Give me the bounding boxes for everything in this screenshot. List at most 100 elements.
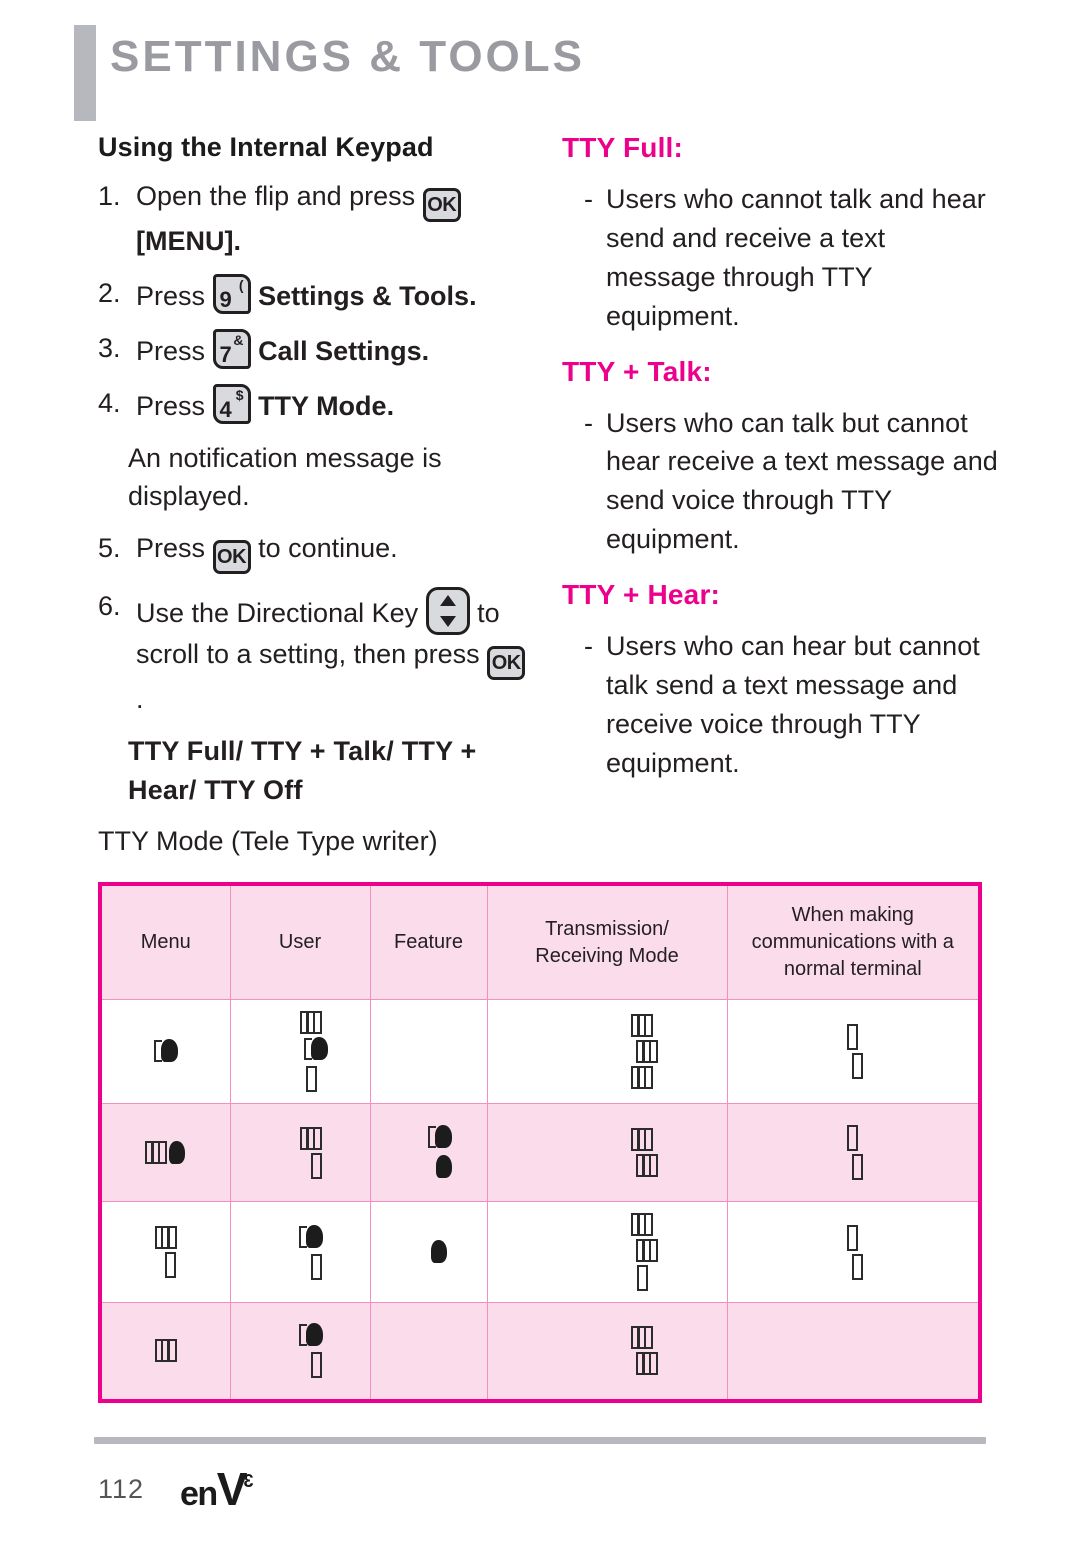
key-symbol: $ — [235, 386, 244, 403]
header-line-2: Receiving Mode — [535, 944, 679, 967]
glyph-part-right — [160, 1038, 178, 1062]
missing-glyph-group — [564, 1326, 721, 1376]
table-cell — [99, 1302, 231, 1401]
missing-glyph-line — [734, 1053, 973, 1079]
key-digit: 9 — [219, 286, 232, 312]
key-symbol: & — [233, 331, 244, 348]
step-item-5: 5. Press OK to continue. — [98, 529, 540, 575]
ok-key-icon[interactable]: OK — [212, 540, 251, 575]
step-text: Press — [136, 335, 206, 366]
arrow-down-icon — [439, 616, 456, 628]
missing-glyph-group — [259, 1323, 364, 1379]
table-cell — [369, 999, 488, 1104]
missing-glyph-box — [852, 1154, 864, 1180]
missing-glyph-line — [734, 1125, 973, 1151]
directional-key-icon[interactable] — [425, 587, 470, 636]
step-number: 5. — [98, 533, 121, 564]
step-text: Press — [136, 533, 206, 564]
missing-glyph-group — [399, 1239, 481, 1265]
missing-glyph-box — [631, 1066, 653, 1089]
numeric-key-7-icon[interactable]: 7 & — [212, 328, 251, 369]
missing-glyph-group — [734, 1224, 973, 1280]
numeric-key-4-icon[interactable]: 4 $ — [212, 383, 251, 424]
step-text: Use the Directional Key — [136, 598, 419, 629]
header-line-2: communications with a — [751, 931, 954, 953]
section-subheading: Using the Internal Keypad — [98, 132, 434, 162]
missing-glyph-line — [564, 1352, 721, 1376]
missing-glyph-line — [399, 1154, 481, 1180]
missing-glyph-group — [399, 1125, 481, 1180]
step-emphasis: Settings & Tools. — [258, 280, 477, 311]
step-emphasis: TTY Mode. — [258, 390, 395, 421]
missing-glyph-line — [259, 1323, 364, 1349]
missing-glyph-box — [636, 1040, 658, 1063]
footer-divider — [94, 1437, 986, 1444]
table-cell — [726, 999, 981, 1104]
bullet-text: Users who cannot talk and hear send and … — [606, 184, 986, 331]
step-item-1: 1. Open the flip and press OK [MENU]. — [98, 177, 540, 261]
missing-glyph-group — [564, 1213, 721, 1291]
tty-talk-description: - Users who can talk but cannot hear rec… — [562, 404, 998, 560]
column-header-menu: Menu — [99, 883, 231, 1000]
missing-glyph-box — [154, 1226, 177, 1249]
table-row — [99, 1201, 981, 1303]
missing-glyph-group — [259, 1224, 364, 1280]
missing-glyph-box — [636, 1154, 658, 1177]
bullet-text: Users who can hear but cannot talk send … — [606, 631, 980, 778]
missing-glyph-line — [564, 1040, 721, 1063]
missing-glyph-box — [636, 1352, 658, 1376]
missing-glyph-box — [427, 1125, 452, 1151]
missing-glyph-box — [636, 1265, 648, 1291]
missing-glyph-box — [154, 1339, 177, 1363]
missing-glyph-line — [259, 1066, 364, 1092]
step-number: 2. — [98, 277, 121, 308]
missing-glyph-box — [631, 1326, 653, 1350]
numeric-key-9-icon[interactable]: 9 ( — [212, 273, 251, 314]
missing-glyph-line — [564, 1326, 721, 1350]
missing-glyph-line — [564, 1154, 721, 1177]
brand-logo-env3: enV3 — [180, 1462, 254, 1516]
table-cell — [99, 1201, 231, 1303]
table-cell — [486, 1201, 728, 1303]
missing-glyph-box — [431, 1239, 448, 1265]
key-symbol: ( — [238, 276, 244, 293]
header-line-3: normal terminal — [783, 958, 922, 980]
table-cell — [369, 1103, 488, 1202]
tty-full-description: - Users who cannot talk and hear send an… — [562, 180, 998, 336]
table-cell — [486, 999, 728, 1104]
table-row — [99, 1103, 981, 1202]
brand-superscript-3: 3 — [245, 1471, 254, 1491]
right-content-column: TTY Full: - Users who cannot talk and he… — [562, 132, 998, 803]
missing-glyph-box — [310, 1352, 322, 1379]
ok-key-icon[interactable]: OK — [487, 646, 526, 681]
manual-page: SETTINGS & TOOLS Using the Internal Keyp… — [0, 0, 1080, 1552]
header-line-1: Transmission/ — [545, 917, 669, 940]
step-text: Open the flip and press — [136, 181, 416, 211]
table-row — [99, 1302, 981, 1401]
table-cell — [726, 1103, 981, 1202]
missing-glyph-group — [259, 1126, 364, 1179]
missing-glyph-group — [108, 1226, 224, 1278]
step-emphasis: Call Settings. — [258, 335, 430, 366]
table-cell — [229, 999, 371, 1104]
missing-glyph-box — [299, 1224, 323, 1251]
missing-glyph-line — [564, 1066, 721, 1089]
tty-options-list: TTY Full/ TTY + Talk/ TTY + Hear/ TTY Of… — [128, 736, 477, 805]
table-cell — [369, 1302, 488, 1401]
missing-glyph-line — [259, 1126, 364, 1150]
missing-glyph-line — [399, 1125, 481, 1151]
bullet-dash: - — [584, 407, 593, 438]
step-number: 1. — [98, 181, 121, 211]
step-item-2: 2. Press 9 ( Settings & Tools. — [98, 273, 540, 316]
missing-glyph-group — [564, 1014, 721, 1089]
missing-glyph-box — [631, 1213, 653, 1236]
missing-glyph-box — [847, 1125, 859, 1151]
arrow-up-icon — [439, 595, 456, 607]
table-cell — [726, 1302, 981, 1401]
page-footer: 112 enV3 — [98, 1460, 598, 1520]
ok-key-icon[interactable]: OK — [422, 188, 461, 222]
missing-glyph-line — [259, 1152, 364, 1179]
missing-glyph-box — [299, 1323, 323, 1349]
missing-glyph-box — [300, 1126, 322, 1150]
tty-hear-description: - Users who can hear but cannot talk sen… — [562, 627, 998, 783]
